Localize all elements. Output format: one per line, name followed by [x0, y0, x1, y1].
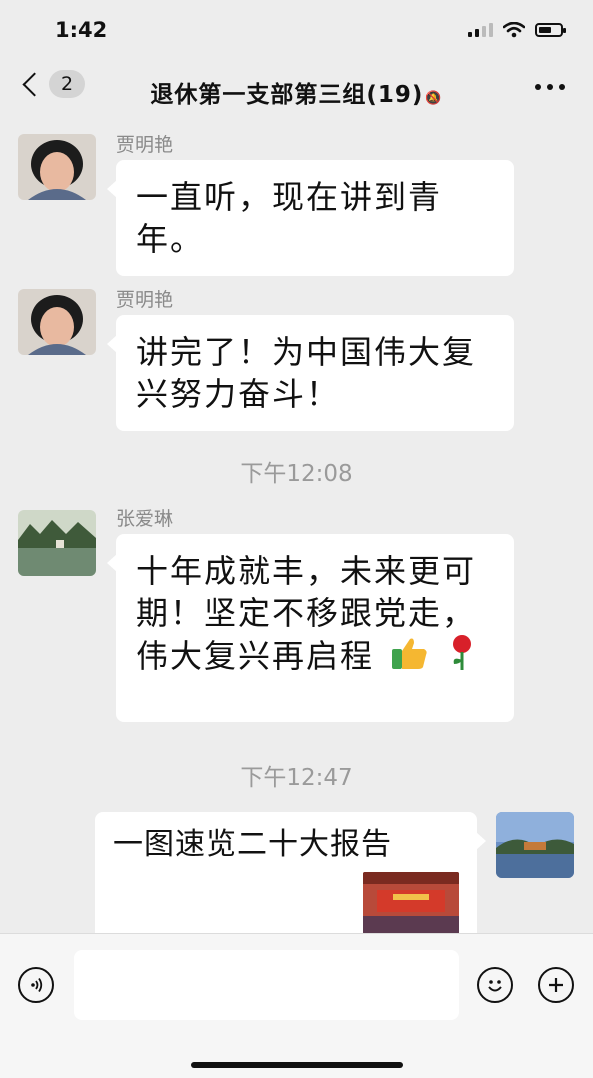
- avatar[interactable]: [18, 510, 96, 576]
- emoji-button[interactable]: [477, 967, 513, 1003]
- person-avatar-icon: [18, 289, 96, 355]
- message-item: 一图速览二十大报告: [0, 808, 593, 933]
- more-functions-button[interactable]: [538, 967, 574, 1003]
- link-card-thumbnail: [363, 872, 459, 933]
- avatar[interactable]: [18, 289, 96, 355]
- message-input[interactable]: [74, 950, 459, 1020]
- mute-bell-icon: 🔕: [425, 91, 443, 106]
- message-item: 张爱琳 十年成就丰，未来更可期！坚定不移跟党走，伟大复兴再启程: [0, 504, 593, 734]
- chat-timestamp: 下午12:47: [240, 765, 353, 791]
- chat-input-bar: [0, 933, 593, 1078]
- avatar[interactable]: [18, 134, 96, 200]
- group-name: 退休第一支部第三组(19): [150, 82, 424, 108]
- person-avatar-icon: [18, 134, 96, 200]
- wifi-icon: [503, 22, 525, 38]
- cellular-signal-icon: [468, 23, 493, 37]
- landscape-avatar-icon: [496, 812, 574, 878]
- status-bar: 1:42: [0, 0, 593, 60]
- link-card-bubble[interactable]: 一图速览二十大报告: [95, 812, 486, 933]
- chat-title: 退休第一支部第三组(19) 🔕: [0, 75, 593, 109]
- battery-icon: [535, 23, 566, 37]
- home-indicator: [191, 1062, 403, 1068]
- status-icons: [468, 22, 566, 38]
- message-bubble[interactable]: 一直听，现在讲到青年。: [107, 160, 514, 276]
- smiley-icon: [488, 980, 502, 992]
- thumbs-up-icon: [390, 635, 430, 681]
- message-item: 贾明艳 讲完了！为中国伟大复兴努力奋斗！: [0, 285, 593, 431]
- message-bubble[interactable]: 十年成就丰，未来更可期！坚定不移跟党走，伟大复兴再启程: [107, 534, 514, 722]
- link-card-title: 一图速览二十大报告: [113, 827, 392, 862]
- sender-name: 张爱琳: [116, 508, 174, 530]
- more-dot: [535, 84, 541, 90]
- chat-header: 2 退休第一支部第三组(19) 🔕: [0, 60, 593, 118]
- sender-name: 贾明艳: [116, 134, 174, 156]
- plus-icon: [549, 978, 563, 992]
- message-item: 贾明艳 一直听，现在讲到青年。: [0, 130, 593, 276]
- sender-name: 贾明艳: [116, 289, 174, 311]
- more-dot: [559, 84, 565, 90]
- more-options-button[interactable]: [535, 84, 565, 90]
- chat-timestamp: 下午12:08: [240, 461, 353, 487]
- more-dot: [547, 84, 553, 90]
- landscape-avatar-icon: [18, 510, 96, 576]
- status-time: 1:42: [55, 18, 108, 42]
- voice-icon: [31, 977, 43, 993]
- rose-icon: [448, 634, 476, 682]
- chat-message-list[interactable]: 贾明艳 一直听，现在讲到青年。 贾明艳 讲完了！为中国伟大复兴努力奋斗！ 下午1…: [0, 118, 593, 933]
- my-avatar[interactable]: [496, 812, 574, 878]
- message-bubble[interactable]: 讲完了！为中国伟大复兴努力奋斗！: [107, 315, 514, 431]
- voice-input-button[interactable]: [18, 967, 54, 1003]
